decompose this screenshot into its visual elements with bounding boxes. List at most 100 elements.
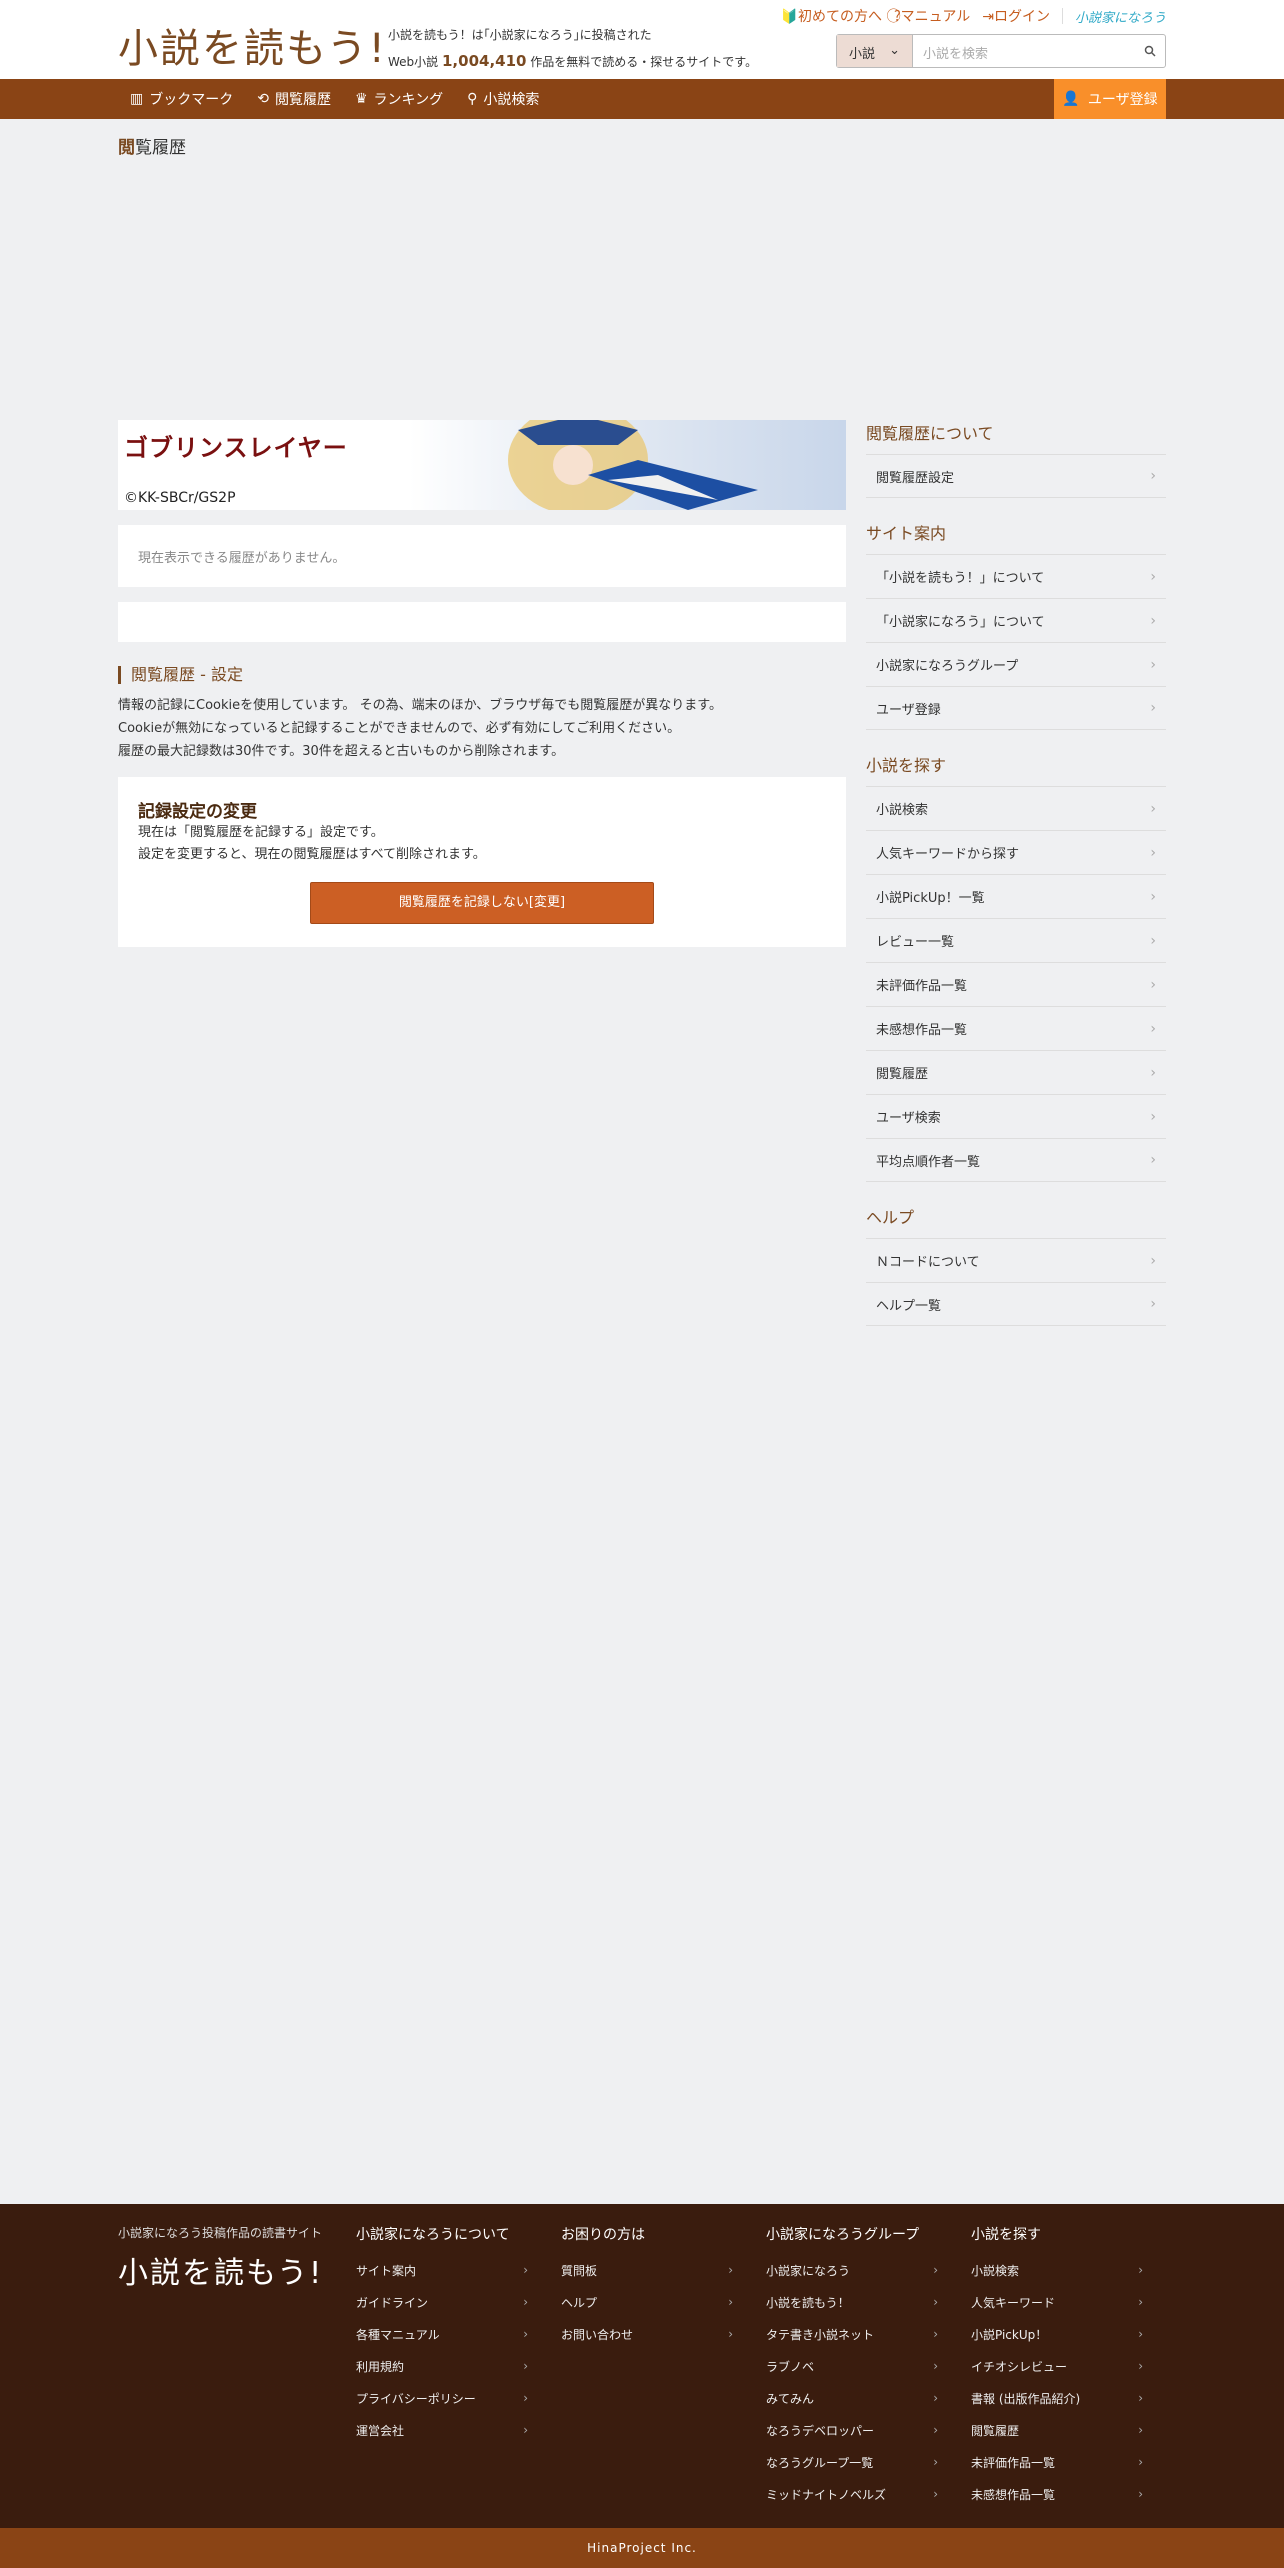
chevron-right-icon: › [523,2391,528,2405]
sidebar-item-label: Ｎコードについて [876,1255,980,1270]
search-input[interactable]: 小説を検索 [913,35,1135,67]
sidebar-item[interactable]: 小説検索 › [866,786,1166,830]
chevron-right-icon: › [1138,2263,1143,2277]
footer-link[interactable]: 人気キーワード › [971,2286,1151,2318]
footer-link[interactable]: 利用規約 › [356,2350,536,2382]
register-button[interactable]: 👤 ユーザ登録 [1054,79,1166,119]
footer-link[interactable]: みてみん › [766,2382,946,2414]
footer-link[interactable]: 小説検索 › [971,2254,1151,2286]
footer-link[interactable]: プライバシーポリシー › [356,2382,536,2414]
sidebar-item[interactable]: ヘルプ一覧 › [866,1282,1166,1326]
footer-link[interactable]: お問い合わせ › [561,2318,741,2350]
nav-search[interactable]: ⚲ 小説検索 [455,79,551,119]
footer-column: お困りの方は 質問板 › ヘルプ › お問い合わせ › [561,2224,741,2350]
sidebar-item[interactable]: 小説家になろうグループ › [866,642,1166,686]
sidebar-item[interactable]: 閲覧履歴 › [866,1050,1166,1094]
desc-line: Cookieが無効になっていると記録することができませんので、必ず有効にしてご利… [118,721,681,736]
login-link[interactable]: ⇥ログイン [982,6,1050,26]
page-title-first: 閲 [118,138,135,158]
sidebar-item-label: 「小説を読もう！」について [876,571,1045,586]
footer-link[interactable]: タテ書き小説ネット › [766,2318,946,2350]
footer-link[interactable]: 小説を読もう！ › [766,2286,946,2318]
chevron-right-icon: › [1150,656,1156,673]
search-form: 小説 ⌄ 小説を検索 [836,34,1166,68]
footer-link[interactable]: なろうデベロッパー › [766,2414,946,2446]
search-button[interactable] [1135,35,1165,67]
chevron-right-icon: › [933,2455,938,2469]
site-logo[interactable]: 小説を読もう! [118,16,387,74]
footer-link[interactable]: ラブノベ › [766,2350,946,2382]
sidebar-item[interactable]: 閲覧履歴設定 › [866,454,1166,498]
change-setting-button[interactable]: 閲覧履歴を記録しない[変更] [310,882,654,924]
footer-link[interactable]: 未感想作品一覧 › [971,2478,1151,2510]
record-setting-panel: 記録設定の変更 現在は「閲覧履歴を記録する」設定です。 設定を変更すると、現在の… [118,777,846,947]
search-icon [1144,45,1156,57]
footer-link[interactable]: 運営会社 › [356,2414,536,2446]
sidebar-item-label: 小説PickUp！一覧 [876,891,985,906]
footer-link[interactable]: 未評価作品一覧 › [971,2446,1151,2478]
footer-logo[interactable]: 小説を読もう! [118,2248,323,2292]
chevron-right-icon: › [1138,2487,1143,2501]
chevron-right-icon: › [1138,2359,1143,2373]
manual-link[interactable]: ?⃝マニュアル [894,6,970,26]
bookmark-icon: ▥ [130,91,144,107]
chevron-right-icon: › [1150,888,1156,905]
beginner-link[interactable]: 🔰初めての方へ [781,6,882,26]
sidebar-item-label: レビュー一覧 [876,935,955,950]
chevron-right-icon: › [1150,1296,1156,1312]
narou-logo-link[interactable]: 小説家になろう [1075,7,1166,26]
sidebar-item[interactable]: レビュー一覧 › [866,918,1166,962]
site-tagline: 小説を読もう！は｢小説家になろう｣に投稿された Web小説 1,004,410 … [388,22,757,75]
footer-link[interactable]: 書報 (出版作品紹介) › [971,2382,1151,2414]
footer-link[interactable]: ミッドナイトノベルズ › [766,2478,946,2510]
sidebar-item[interactable]: 未感想作品一覧 › [866,1006,1166,1050]
footer-link[interactable]: 各種マニュアル › [356,2318,536,2350]
chevron-right-icon: › [933,2263,938,2277]
site-header: 小説を読もう! 小説を読もう！は｢小説家になろう｣に投稿された Web小説 1,… [0,0,1284,79]
desc-line: 履歴の最大記録数は30件です。30件を超えると古いものから削除されます。 [118,744,565,759]
sidebar-item[interactable]: 人気キーワードから探す › [866,830,1166,874]
top-links: 🔰初めての方へ ?⃝マニュアル ⇥ログイン 小説家になろう [781,6,1166,26]
section-heading: 閲覧履歴 - 設定 [118,666,846,684]
footer-link[interactable]: 閲覧履歴 › [971,2414,1151,2446]
sidebar-item[interactable]: ユーザ検索 › [866,1094,1166,1138]
chevron-right-icon: › [933,2295,938,2309]
sidebar-item[interactable]: 「小説家になろう」について › [866,598,1166,642]
login-icon: ⇥ [982,9,994,25]
ad-banner[interactable]: ゴブリンスレイヤー ©KK-SBCr/GS2P [118,420,846,510]
footer-link[interactable]: 質問板 › [561,2254,741,2286]
chevron-right-icon: › [1150,844,1156,861]
sidebar-item[interactable]: ユーザ登録 › [866,686,1166,730]
footer-link[interactable]: なろうグループ一覧 › [766,2446,946,2478]
main-nav: ▥ ブックマーク ⟲ 閲覧履歴 ♛ ランキング ⚲ 小説検索 👤 ユーザ登録 [0,79,1284,119]
chevron-right-icon: › [1150,568,1156,585]
chevron-right-icon: › [523,2423,528,2437]
nav-ranking[interactable]: ♛ ランキング [343,79,455,119]
footer-link[interactable]: 小説家になろう › [766,2254,946,2286]
footer-link[interactable]: ガイドライン › [356,2286,536,2318]
search-type-select[interactable]: 小説 ⌄ [837,35,913,67]
sidebar-list: Ｎコードについて › ヘルプ一覧 › [866,1238,1166,1326]
footer-link[interactable]: サイト案内 › [356,2254,536,2286]
sidebar-item[interactable]: 「小説を読もう！」について › [866,554,1166,598]
sidebar-item-label: 人気キーワードから探す [876,847,1020,862]
chevron-right-icon: › [1150,468,1156,484]
sidebar-item[interactable]: Ｎコードについて › [866,1238,1166,1282]
footer-column: 小説家になろうについて サイト案内 › ガイドライン › 各種マニュアル › 利用規約… [356,2224,536,2446]
sidebar-item[interactable]: 未評価作品一覧 › [866,962,1166,1006]
footer-column: 小説家になろうグループ 小説家になろう › 小説を読もう！ › タテ書き小説ネット ›… [766,2224,946,2510]
nav-bookmark[interactable]: ▥ ブックマーク [118,79,245,119]
footer-link[interactable]: 小説PickUp！ › [971,2318,1151,2350]
footer-link[interactable]: イチオシレビュー › [971,2350,1151,2382]
chevron-right-icon: › [1150,1252,1156,1269]
footer-link[interactable]: ヘルプ › [561,2286,741,2318]
desc-line: 情報の記録にCookieを使用しています。 その為、端末のほか、ブラウザ毎でも閲… [118,698,723,713]
search-type-value: 小説 [849,47,876,62]
manual-label: マニュアル [900,9,971,25]
sidebar-item[interactable]: 小説PickUp！一覧 › [866,874,1166,918]
search-icon: ⚲ [467,91,478,107]
sidebar-item[interactable]: 平均点順作者一覧 › [866,1138,1166,1182]
nav-history[interactable]: ⟲ 閲覧履歴 [245,79,343,119]
chevron-right-icon: › [728,2263,733,2277]
chevron-right-icon: › [933,2487,938,2501]
